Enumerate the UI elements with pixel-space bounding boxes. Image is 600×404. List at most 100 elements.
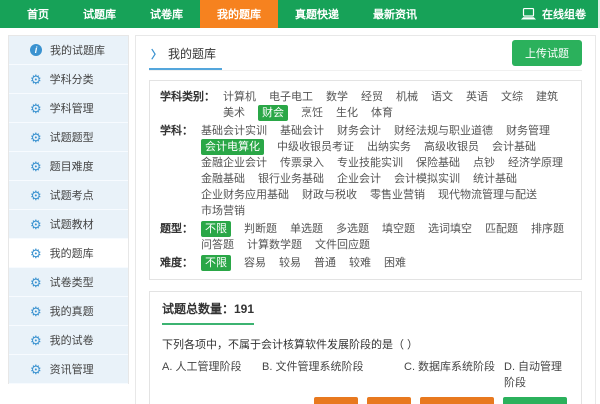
gear-icon: ⚙ xyxy=(30,363,42,376)
question-count-label: 试题总数量：191 xyxy=(162,300,254,325)
nav-item-paper-bank[interactable]: 试卷库 xyxy=(133,0,200,28)
sidebar-item-label: 题目难度 xyxy=(50,158,94,174)
panel-header: 〉 我的题库 上传试题 xyxy=(149,45,582,71)
filter-chip[interactable]: 会计电算化 xyxy=(201,139,264,155)
filter-chip[interactable]: 传票录入 xyxy=(280,155,324,171)
sidebar-item-my-papers[interactable]: ⚙我的试卷 xyxy=(9,326,128,355)
filter-chip[interactable]: 排序题 xyxy=(531,221,564,237)
question-count-row: 试题总数量：191 xyxy=(150,292,581,325)
filter-chip[interactable]: 烹饪 xyxy=(301,105,323,121)
filter-chip[interactable]: 判断题 xyxy=(244,221,277,237)
filter-chip[interactable]: 美术 xyxy=(223,105,245,121)
filter-chip[interactable]: 零售业营销 xyxy=(370,187,425,203)
upload-question-button[interactable]: 上传试题 xyxy=(512,40,582,66)
filter-chip[interactable]: 文件回应题 xyxy=(315,237,370,253)
edit-button[interactable]: 编辑 xyxy=(314,397,358,404)
nav-item-home[interactable]: 首页 xyxy=(10,0,66,28)
online-compose-label: 在线组卷 xyxy=(542,6,586,22)
filter-chip[interactable]: 财务管理 xyxy=(506,123,550,139)
gear-icon: ⚙ xyxy=(30,102,42,115)
sidebar-item-paper-type[interactable]: ⚙试卷类型 xyxy=(9,268,128,297)
nav-item-question-bank[interactable]: 试题库 xyxy=(66,0,133,28)
online-compose-button[interactable]: 在线组卷 xyxy=(509,0,600,28)
filter-row-subject: 学科：基础会计实训基础会计财务会计财经法规与职业道德财务管理会计电算化中级收银员… xyxy=(160,123,571,219)
filter-chip[interactable]: 电子电工 xyxy=(269,89,313,105)
sidebar-item-subject-manage[interactable]: ⚙学科管理 xyxy=(9,94,128,123)
filter-chip[interactable]: 财经法规与职业道德 xyxy=(394,123,493,139)
filter-chip[interactable]: 财务会计 xyxy=(337,123,381,139)
sidebar-item-my-bank[interactable]: ⚙我的题库 xyxy=(9,239,128,268)
filter-chip[interactable]: 专业技能实训 xyxy=(337,155,403,171)
sidebar-item-news-manage[interactable]: ⚙资讯管理 xyxy=(9,355,128,384)
sidebar-item-my-real-questions[interactable]: ⚙我的真题 xyxy=(9,297,128,326)
sidebar-item-subject-category[interactable]: ⚙学科分类 xyxy=(9,65,128,94)
view-analysis-button[interactable]: 查看解析 xyxy=(503,397,567,404)
filter-chip[interactable]: 不限 xyxy=(201,221,231,237)
filter-chip[interactable]: 生化 xyxy=(336,105,358,121)
gear-icon: ⚙ xyxy=(30,189,42,202)
filter-chip[interactable]: 经济学原理 xyxy=(508,155,563,171)
filter-chip[interactable]: 银行业务基础 xyxy=(258,171,324,187)
filter-chip[interactable]: 计算数学题 xyxy=(247,237,302,253)
filter-chip[interactable]: 英语 xyxy=(466,89,488,105)
body-row: i我的试题库⚙学科分类⚙学科管理⚙试题题型⚙题目难度⚙试题考点⚙试题教材⚙我的题… xyxy=(0,28,600,404)
delete-button[interactable]: 删除 xyxy=(367,397,411,404)
filter-chip[interactable]: 多选题 xyxy=(336,221,369,237)
filter-row-question-type: 题型：不限判断题单选题多选题填空题选词填空匹配题排序题问答题计算数学题文件回应题 xyxy=(160,221,571,253)
sidebar-item-textbooks[interactable]: ⚙试题教材 xyxy=(9,210,128,239)
filter-chip[interactable]: 财政与税收 xyxy=(302,187,357,203)
filter-chip[interactable]: 问答题 xyxy=(201,237,234,253)
filter-chip[interactable]: 较易 xyxy=(279,255,301,271)
filter-chip[interactable]: 普通 xyxy=(314,255,336,271)
filter-chip[interactable]: 市场营销 xyxy=(201,203,245,219)
filter-chip[interactable]: 高级收银员 xyxy=(424,139,479,155)
filter-chip[interactable]: 企业财务应用基础 xyxy=(201,187,289,203)
breadcrumb: 〉 我的题库 xyxy=(149,45,222,70)
filter-chip[interactable]: 统计基础 xyxy=(473,171,517,187)
question-option: D. 自动管理阶段 xyxy=(504,358,569,390)
filter-chip[interactable]: 匹配题 xyxy=(485,221,518,237)
nav-item-my-bank[interactable]: 我的题库 xyxy=(200,0,278,28)
add-to-paper-button[interactable]: 添加到组卷 xyxy=(420,397,494,404)
filter-chip[interactable]: 保险基础 xyxy=(416,155,460,171)
filter-chip[interactable]: 会计模拟实训 xyxy=(394,171,460,187)
sidebar-item-my-question-db[interactable]: i我的试题库 xyxy=(9,36,128,65)
filter-chip[interactable]: 体育 xyxy=(371,105,393,121)
filter-chip[interactable]: 基础会计实训 xyxy=(201,123,267,139)
filter-chip[interactable]: 金融基础 xyxy=(201,171,245,187)
filter-chip[interactable]: 会计基础 xyxy=(492,139,536,155)
filter-chip[interactable]: 填空题 xyxy=(382,221,415,237)
question-actions: 编辑 删除 添加到组卷 查看解析 xyxy=(162,394,569,404)
filter-chip[interactable]: 选词填空 xyxy=(428,221,472,237)
sidebar-item-label: 试题题型 xyxy=(50,129,94,145)
filter-chip[interactable]: 点钞 xyxy=(473,155,495,171)
filter-chip[interactable]: 企业会计 xyxy=(337,171,381,187)
filter-chip[interactable]: 机械 xyxy=(396,89,418,105)
filter-chip[interactable]: 中级收银员考证 xyxy=(277,139,354,155)
nav-item-real-question-express[interactable]: 真题快递 xyxy=(278,0,356,28)
nav-item-latest-news[interactable]: 最新资讯 xyxy=(356,0,434,28)
filter-chip[interactable]: 数学 xyxy=(326,89,348,105)
filter-chip[interactable]: 不限 xyxy=(201,255,231,271)
filter-chip[interactable]: 计算机 xyxy=(223,89,256,105)
filter-chip[interactable]: 建筑 xyxy=(536,89,558,105)
filter-chip[interactable]: 经贸 xyxy=(361,89,383,105)
filter-chip[interactable]: 基础会计 xyxy=(280,123,324,139)
question-item: 下列各项中，不属于会计核算软件发展阶段的是（ ）A. 人工管理阶段B. 文件管理… xyxy=(150,325,581,404)
filter-chip[interactable]: 困难 xyxy=(384,255,406,271)
filter-chip[interactable]: 容易 xyxy=(244,255,266,271)
filter-chip[interactable]: 金融企业会计 xyxy=(201,155,267,171)
filter-chip[interactable]: 财会 xyxy=(258,105,288,121)
filter-chip[interactable]: 现代物流管理与配送 xyxy=(438,187,537,203)
filter-chip[interactable]: 较难 xyxy=(349,255,371,271)
filter-options: 基础会计实训基础会计财务会计财经法规与职业道德财务管理会计电算化中级收银员考证出… xyxy=(201,123,571,219)
filter-chip[interactable]: 语文 xyxy=(431,89,453,105)
sidebar-item-exam-points[interactable]: ⚙试题考点 xyxy=(9,181,128,210)
sidebar-item-difficulty[interactable]: ⚙题目难度 xyxy=(9,152,128,181)
question-option: C. 数据库系统阶段 xyxy=(404,358,504,390)
filter-chip[interactable]: 出纳实务 xyxy=(367,139,411,155)
filter-chip[interactable]: 文综 xyxy=(501,89,523,105)
filter-chip[interactable]: 单选题 xyxy=(290,221,323,237)
gear-icon: ⚙ xyxy=(30,73,42,86)
sidebar-item-question-type[interactable]: ⚙试题题型 xyxy=(9,123,128,152)
